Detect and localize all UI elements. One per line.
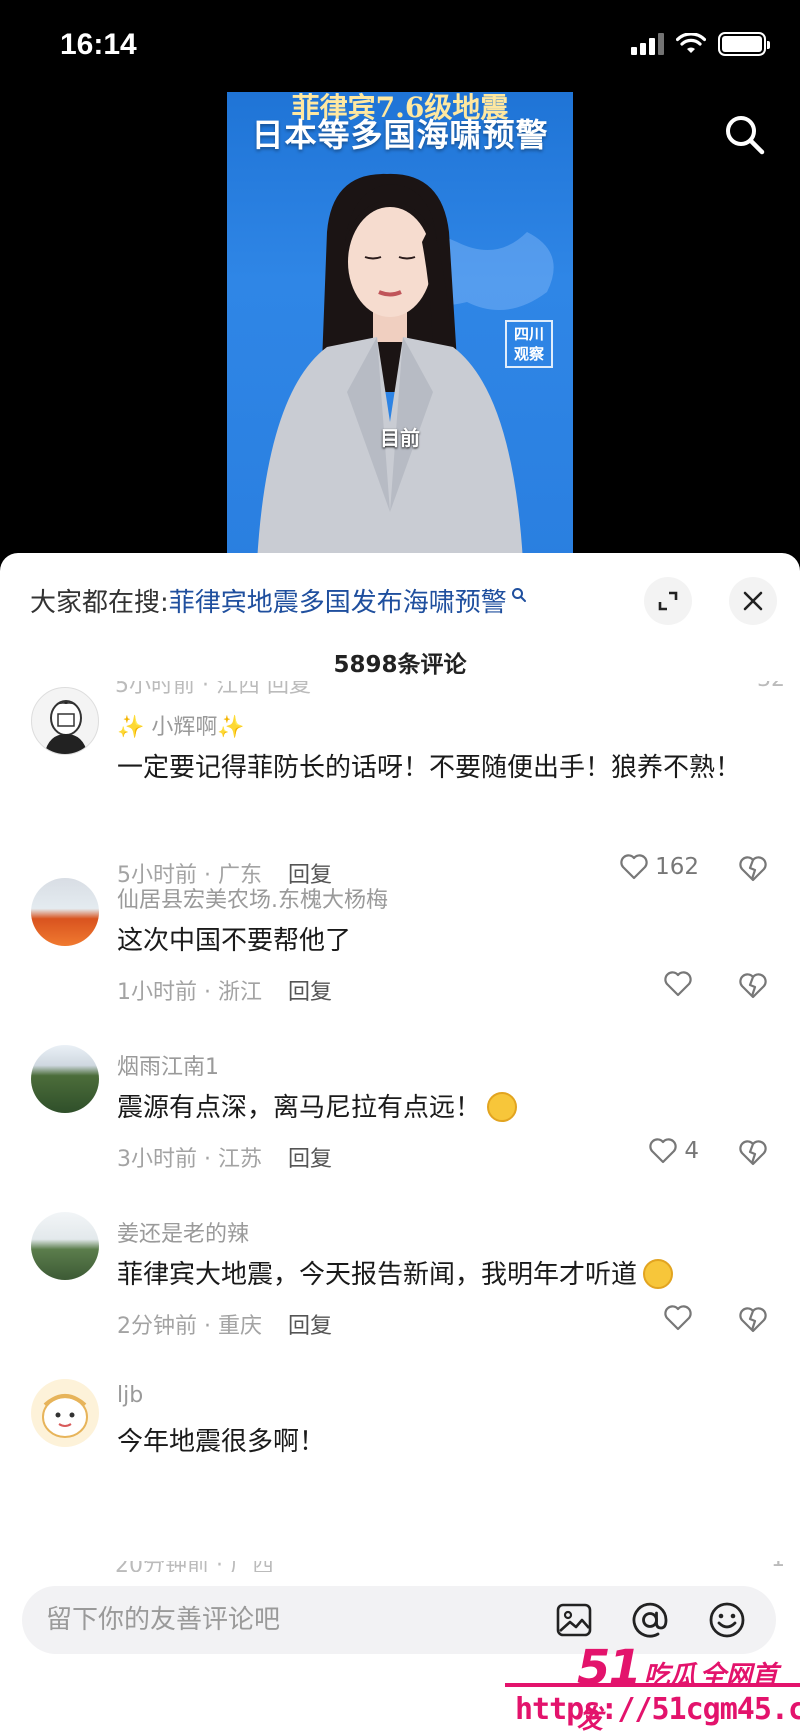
mention-button[interactable] [630, 1600, 670, 1640]
comment-count: 5898条评论 [333, 652, 467, 678]
avatar[interactable] [31, 878, 99, 946]
like-count: 162 [655, 854, 699, 880]
laughing-tears-emoji-icon [643, 1259, 674, 1289]
watermark-url: https://51cgm45.com [515, 1692, 800, 1727]
watermark-underline [505, 1683, 800, 1687]
video-player[interactable]: 菲律宾7.6级地震 日本等多国海啸预警 四川 观察 目前 [227, 92, 573, 562]
channel-logo: 四川 观察 [505, 320, 553, 368]
smiley-icon [709, 1602, 745, 1638]
comment-item: 仙居县宏美农场.东槐大杨梅 这次中国不要帮他了 1小时前 · 浙江 回复 [0, 878, 800, 1008]
comment-time-location: 2分钟前 · 重庆 [117, 1314, 262, 1339]
dislike-icon[interactable] [738, 1139, 768, 1167]
comment-username[interactable]: 姜还是老的辣 [117, 1216, 249, 1248]
comment-text: 今年地震很多啊！ [117, 1427, 326, 1457]
reply-button[interactable]: 回复 [288, 1314, 332, 1339]
comment-item: 烟雨江南1 震源有点深，离马尼拉有点远！ 3小时前 · 江苏 回复 4 [0, 1045, 800, 1175]
comment-username[interactable]: ljb [117, 1383, 143, 1408]
heart-icon [664, 1305, 692, 1331]
video-caption: 目前 [380, 426, 420, 450]
image-icon [556, 1603, 592, 1637]
comment-username[interactable]: 烟雨江南1 [117, 1049, 219, 1081]
wifi-icon [676, 33, 706, 53]
expand-button[interactable] [644, 577, 692, 625]
search-suggestion-prefix: 大家都在搜: [30, 587, 169, 618]
status-icons [631, 32, 770, 56]
dislike-icon[interactable] [738, 1306, 768, 1334]
comment-time-location: 1小时前 · 浙江 [117, 980, 262, 1005]
comment-username[interactable]: 仙居县宏美农场.东槐大杨梅 [117, 882, 388, 914]
like-button[interactable]: 162 [619, 853, 699, 881]
comment-text: 一定要记得菲防长的话呀！不要随便出手！狼养不熟！ [117, 753, 742, 783]
image-button[interactable] [554, 1600, 594, 1640]
comment-username[interactable]: ✨ 小辉啊✨ [117, 709, 245, 741]
emoji-button[interactable] [707, 1600, 747, 1640]
comment-meta: 3小时前 · 江苏 回复 [117, 1141, 332, 1173]
like-button[interactable] [663, 970, 699, 998]
close-button[interactable] [729, 577, 777, 625]
heart-icon [649, 1138, 678, 1164]
comment-meta: 1小时前 · 浙江 回复 [117, 974, 332, 1006]
comment-text: 菲律宾大地震，今天报告新闻，我明年才听道 [117, 1252, 757, 1299]
battery-icon [718, 32, 770, 56]
comment-input[interactable] [46, 1600, 516, 1640]
search-suggestion[interactable]: 大家都在搜: 菲律宾地震多国发布海啸预警 [30, 580, 527, 620]
avatar[interactable] [31, 1212, 99, 1280]
search-suggestion-query[interactable]: 菲律宾地震多国发布海啸预警 [169, 582, 507, 619]
reply-button[interactable]: 回复 [288, 1147, 332, 1172]
crying-emoji-icon [487, 1092, 518, 1122]
heart-icon [620, 854, 648, 880]
like-count: 4 [684, 1138, 699, 1164]
comment-item: ljb 今年地震很多啊！ [0, 1379, 800, 1457]
search-small-icon [511, 588, 526, 602]
avatar[interactable] [31, 687, 99, 755]
like-button[interactable] [663, 1304, 699, 1332]
close-icon [743, 591, 763, 611]
comment-item: ✨ 小辉啊✨ 一定要记得菲防长的话呀！不要随便出手！狼养不熟！ 5小时前 · 广… [0, 683, 800, 888]
cellular-signal-icon [631, 33, 664, 55]
comment-text: 这次中国不要帮他了 [117, 926, 352, 956]
comment-time-location: 3小时前 · 江苏 [117, 1147, 262, 1172]
status-bar: 16:14 [0, 0, 800, 90]
comment-meta: 2分钟前 · 重庆 回复 [117, 1308, 332, 1340]
like-button[interactable]: 4 [648, 1137, 699, 1165]
comment-item: 姜还是老的辣 菲律宾大地震，今天报告新闻，我明年才听道 2分钟前 · 重庆 回复 [0, 1212, 800, 1342]
watermark: 51吃瓜全网首发 https://51cgm45.com [505, 1640, 800, 1733]
at-icon [632, 1602, 668, 1638]
expand-icon [658, 591, 678, 611]
avatar[interactable] [31, 1045, 99, 1113]
reply-button[interactable]: 回复 [288, 980, 332, 1005]
status-time: 16:14 [60, 28, 137, 61]
heart-icon [664, 971, 692, 997]
comment-text: 震源有点深，离马尼拉有点远！ [117, 1085, 757, 1132]
comment-sheet: 大家都在搜: 菲律宾地震多国发布海啸预警 5898条评论 5小时前 · 江西 回… [0, 553, 800, 1733]
dislike-icon[interactable] [738, 972, 768, 1000]
search-icon[interactable] [722, 112, 768, 158]
avatar[interactable] [31, 1379, 99, 1447]
